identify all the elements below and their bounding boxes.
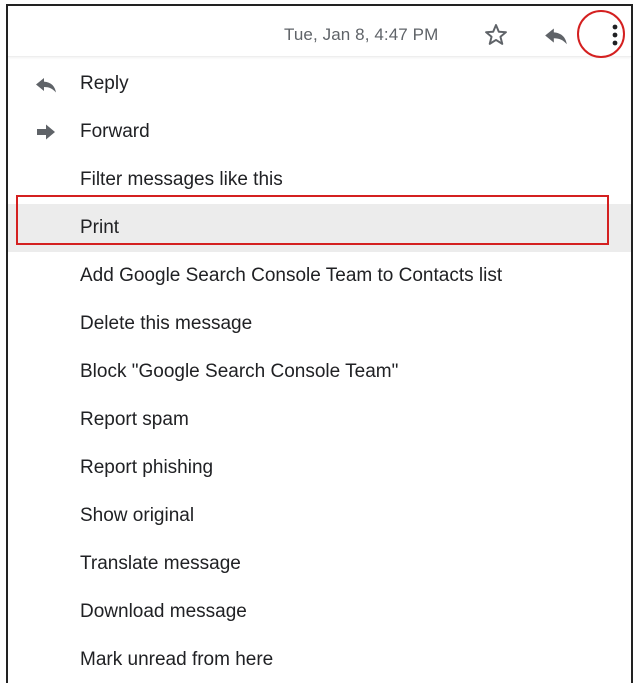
menu-item-mark-unread[interactable]: Mark unread from here bbox=[8, 636, 631, 683]
menu-item-label: Reply bbox=[80, 73, 129, 94]
menu-item-label: Block "Google Search Console Team" bbox=[80, 361, 399, 382]
menu-item-show-original[interactable]: Show original bbox=[8, 492, 631, 540]
menu-item-report-phishing[interactable]: Report phishing bbox=[8, 444, 631, 492]
menu-item-reply[interactable]: Reply bbox=[8, 60, 631, 108]
menu-item-label: Forward bbox=[80, 121, 150, 142]
menu-item-label: Show original bbox=[80, 505, 195, 526]
forward-icon bbox=[33, 121, 59, 143]
menu-item-filter-messages[interactable]: Filter messages like this bbox=[8, 156, 631, 204]
more-options-menu: Reply Forward Filter messages like this … bbox=[8, 60, 631, 683]
menu-item-label: Translate message bbox=[80, 553, 241, 574]
menu-item-label: Delete this message bbox=[80, 313, 253, 334]
reply-icon bbox=[33, 73, 59, 95]
star-button[interactable] bbox=[479, 18, 513, 52]
menu-item-label: Report spam bbox=[80, 409, 189, 430]
reply-icon bbox=[545, 28, 567, 45]
message-header: Tue, Jan 8, 4:47 PM bbox=[8, 6, 631, 57]
more-vertical-icon bbox=[612, 24, 618, 46]
menu-item-block-sender[interactable]: Block "Google Search Console Team" bbox=[8, 348, 631, 396]
email-options-panel: Tue, Jan 8, 4:47 PM Reply Forward Filter… bbox=[6, 4, 633, 683]
star-outline-icon bbox=[485, 24, 507, 45]
menu-item-print[interactable]: Print bbox=[8, 204, 631, 252]
message-timestamp: Tue, Jan 8, 4:47 PM bbox=[284, 25, 439, 44]
menu-item-label: Download message bbox=[80, 601, 247, 622]
menu-item-translate-message[interactable]: Translate message bbox=[8, 540, 631, 588]
menu-item-report-spam[interactable]: Report spam bbox=[8, 396, 631, 444]
menu-item-delete-message[interactable]: Delete this message bbox=[8, 300, 631, 348]
menu-item-label: Print bbox=[80, 217, 120, 238]
menu-item-label: Add Google Search Console Team to Contac… bbox=[80, 265, 503, 286]
reply-header-button[interactable] bbox=[539, 18, 573, 52]
menu-item-label: Filter messages like this bbox=[80, 169, 283, 190]
more-options-button[interactable] bbox=[594, 14, 631, 56]
menu-item-add-to-contacts[interactable]: Add Google Search Console Team to Contac… bbox=[8, 252, 631, 300]
menu-item-label: Mark unread from here bbox=[80, 649, 274, 670]
menu-item-label: Report phishing bbox=[80, 457, 214, 478]
menu-item-download-message[interactable]: Download message bbox=[8, 588, 631, 636]
menu-item-forward[interactable]: Forward bbox=[8, 108, 631, 156]
